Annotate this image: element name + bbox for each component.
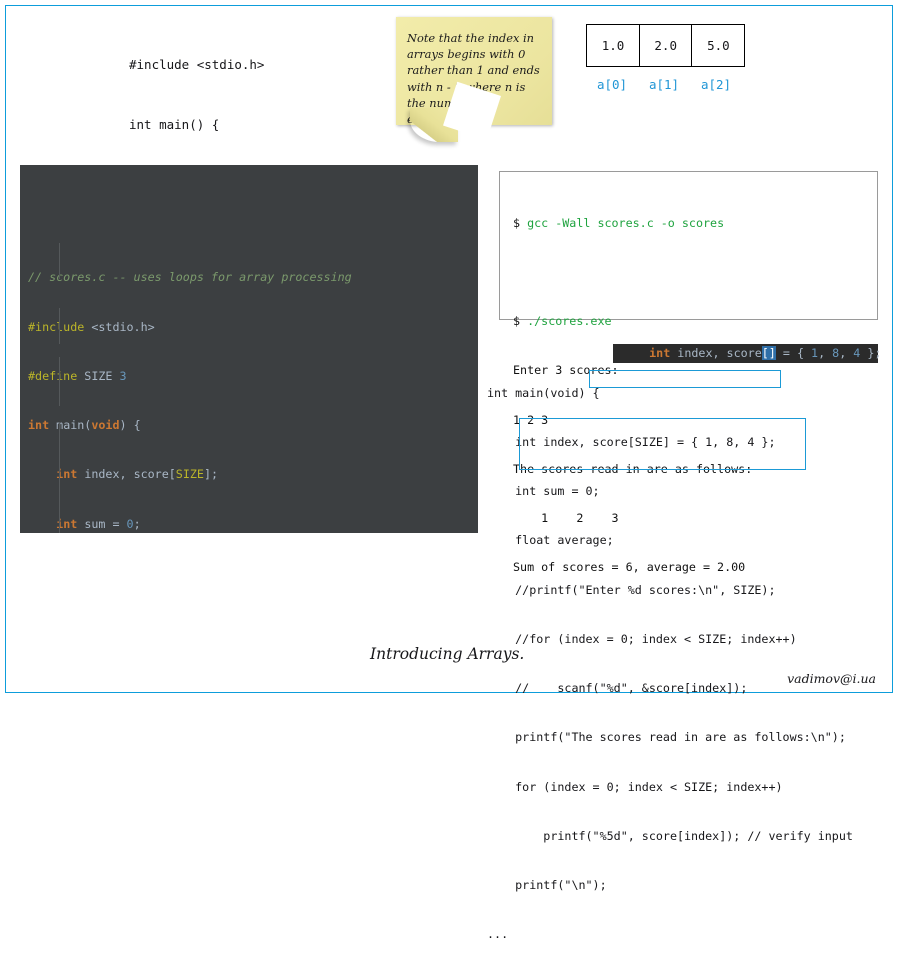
indent-guide — [59, 357, 60, 406]
array-index-label: a[1] — [648, 77, 680, 92]
array-index-label: a[0] — [596, 77, 628, 92]
code-line: int main() { — [129, 117, 220, 132]
terminal-output-panel: $ gcc -Wall scores.c -o scores $ ./score… — [499, 171, 878, 574]
code-line: //printf("Enter %d scores:\n", SIZE); — [487, 582, 776, 597]
array-cells: 1.0 2.0 5.0 — [586, 24, 746, 67]
highlight-box-score-initializer — [589, 370, 781, 388]
code-line: #include <stdio.h> — [28, 319, 155, 334]
array-cell: 2.0 — [638, 24, 693, 67]
code-line: printf("\n"); — [487, 878, 607, 892]
terminal-line: $ gcc -Wall scores.c -o scores — [513, 215, 725, 230]
code-line: printf("The scores read in are as follow… — [487, 730, 846, 745]
code-line: int index, score[SIZE]; — [56, 467, 219, 482]
code-line: int sum = 0; — [487, 484, 600, 499]
indent-guide — [59, 308, 60, 344]
highlight-box-commented-lines — [519, 418, 806, 470]
code-line: for (index = 0; index < SIZE; index++) — [487, 779, 783, 794]
indent-guide — [59, 243, 60, 279]
array-index-label: a[2] — [700, 77, 732, 92]
code-line: ... — [487, 927, 509, 942]
array-figure: 1.0 2.0 5.0 a[0] a[1] a[2] — [586, 24, 746, 92]
main-code-block: // scores.c -- uses loops for array proc… — [20, 165, 478, 533]
code-line: printf("%5d", score[index]); // verify i… — [487, 828, 853, 843]
indent-guide — [59, 423, 60, 533]
author-email: vadimov@i.ua — [787, 671, 876, 686]
code-line: // scores.c -- uses loops for array proc… — [28, 270, 352, 285]
code-line: //for (index = 0; index < SIZE; index++) — [487, 631, 797, 646]
code-line: int sum = 0; — [56, 516, 141, 531]
code-line: #define SIZE 3 — [28, 368, 127, 383]
code-line: #include <stdio.h> — [129, 57, 265, 72]
code-line: float average; — [487, 533, 614, 548]
array-cell: 1.0 — [586, 24, 640, 67]
slide-caption: Introducing Arrays. — [370, 645, 525, 663]
array-index-labels: a[0] a[1] a[2] — [586, 77, 745, 92]
array-cell: 5.0 — [691, 24, 746, 67]
terminal-line: $ ./scores.exe — [513, 314, 612, 329]
code-line: int main(void) { — [28, 418, 141, 433]
